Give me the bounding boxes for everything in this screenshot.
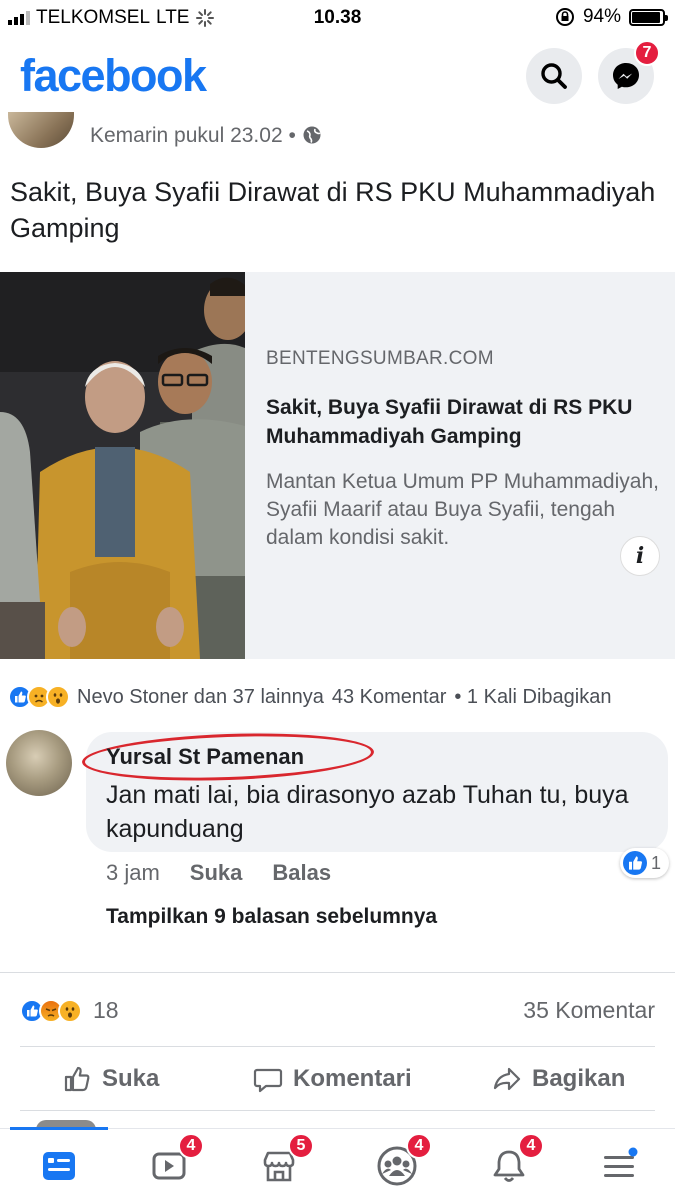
- comment-time[interactable]: 3 jam: [106, 860, 160, 886]
- shared-comment-count[interactable]: 43 Komentar: [332, 686, 447, 709]
- nav-menu[interactable]: [594, 1141, 644, 1191]
- share-button-label: Bagikan: [532, 1065, 626, 1092]
- rotation-lock-icon: [555, 8, 574, 26]
- nav-home[interactable]: [34, 1141, 84, 1191]
- search-button[interactable]: [526, 48, 582, 104]
- news-feed-icon: [43, 1152, 75, 1180]
- shared-reactions-line[interactable]: Nevo Stoner dan 37 lainnya 43 Komentar •…: [8, 684, 673, 710]
- post-avatar[interactable]: [8, 112, 74, 148]
- reaction-count: 18: [93, 997, 119, 1023]
- marketplace-badge: 5: [288, 1133, 314, 1159]
- commenter-avatar[interactable]: [6, 730, 72, 796]
- link-preview-text: BENTENGSUMBAR.COM Sakit, Buya Syafii Dir…: [266, 348, 666, 552]
- messenger-icon: [613, 63, 639, 89]
- share-count[interactable]: • 1 Kali Dibagikan: [454, 686, 611, 709]
- post-timestamp-text: Kemarin pukul 23.02 •: [90, 124, 296, 147]
- link-description: Mantan Ketua Umum PP Muhammadiyah, Syafi…: [266, 470, 659, 549]
- comment-like-badge[interactable]: 1: [620, 848, 670, 878]
- thumbs-up-icon: [64, 1066, 90, 1092]
- wow-reaction-icon: [58, 998, 82, 1023]
- post-header: Kemarin pukul 23.02 •: [8, 112, 668, 152]
- post-actions: Suka Komentari Bagikan: [0, 1046, 675, 1110]
- reaction-names: Nevo Stoner dan 37 lainnya: [77, 685, 324, 708]
- like-reaction-icon: [623, 851, 647, 875]
- link-domain: BENTENGSUMBAR.COM: [266, 348, 494, 369]
- nav-notifications[interactable]: 4: [484, 1133, 544, 1191]
- globe-icon: [303, 126, 321, 144]
- comment-button[interactable]: Komentari: [253, 1064, 412, 1094]
- comment-text: Jan mati lai, bia dirasonyo azab Tuhan t…: [106, 781, 629, 843]
- wow-reaction-icon: [46, 685, 70, 709]
- app-header: facebook 7: [0, 40, 675, 112]
- comment-reply-button[interactable]: Balas: [272, 860, 331, 886]
- nav-groups[interactable]: 4: [372, 1133, 432, 1191]
- nav-watch[interactable]: 4: [144, 1133, 204, 1191]
- comment-like-button[interactable]: Suka: [190, 860, 243, 886]
- comment-like-count: 1: [651, 852, 662, 873]
- comment-count[interactable]: 35 Komentar: [523, 997, 655, 1024]
- share-icon: [493, 1067, 521, 1091]
- menu-icon: [604, 1147, 638, 1177]
- link-title: Sakit, Buya Syafii Dirawat di RS PKU Muh…: [266, 396, 633, 448]
- like-button-label: Suka: [102, 1065, 160, 1092]
- active-tab-indicator: [10, 1127, 108, 1130]
- comment-button-label: Komentari: [293, 1065, 412, 1092]
- reaction-summary[interactable]: 18: [20, 997, 119, 1024]
- battery-icon: [629, 8, 668, 26]
- post-text: Sakit, Buya Syafii Dirawat di RS PKU Muh…: [10, 177, 656, 243]
- notifications-badge: 4: [518, 1133, 544, 1159]
- groups-badge: 4: [406, 1133, 432, 1159]
- facebook-logo[interactable]: facebook: [20, 50, 207, 102]
- search-icon: [541, 63, 567, 89]
- show-previous-replies[interactable]: Tampilkan 9 balasan sebelumnya: [106, 905, 437, 929]
- share-button[interactable]: Bagikan: [492, 1064, 625, 1094]
- like-button[interactable]: Suka: [62, 1064, 159, 1094]
- post-timestamp[interactable]: Kemarin pukul 23.02 •: [90, 124, 322, 148]
- battery-percent: 94%: [582, 6, 621, 27]
- divider: [20, 1110, 655, 1111]
- watch-badge: 4: [178, 1133, 204, 1159]
- comment-icon: [253, 1068, 283, 1093]
- comment-bubble: Yursal St Pamenan Jan mati lai, bia dira…: [81, 728, 668, 852]
- link-preview-photo: [0, 272, 245, 659]
- bottom-navigation: 4 5 4 4: [0, 1127, 675, 1200]
- divider: [0, 972, 675, 973]
- messenger-badge: 7: [634, 40, 660, 66]
- status-right: 94%: [555, 6, 668, 28]
- nav-marketplace[interactable]: 5: [254, 1133, 314, 1191]
- comment-actions: 3 jam Suka Balas: [106, 860, 331, 886]
- comment-author[interactable]: Yursal St Pamenan: [106, 744, 304, 770]
- status-bar: TELKOMSEL LTE 10.38 94%: [0, 0, 675, 34]
- messenger-button[interactable]: 7: [598, 40, 660, 104]
